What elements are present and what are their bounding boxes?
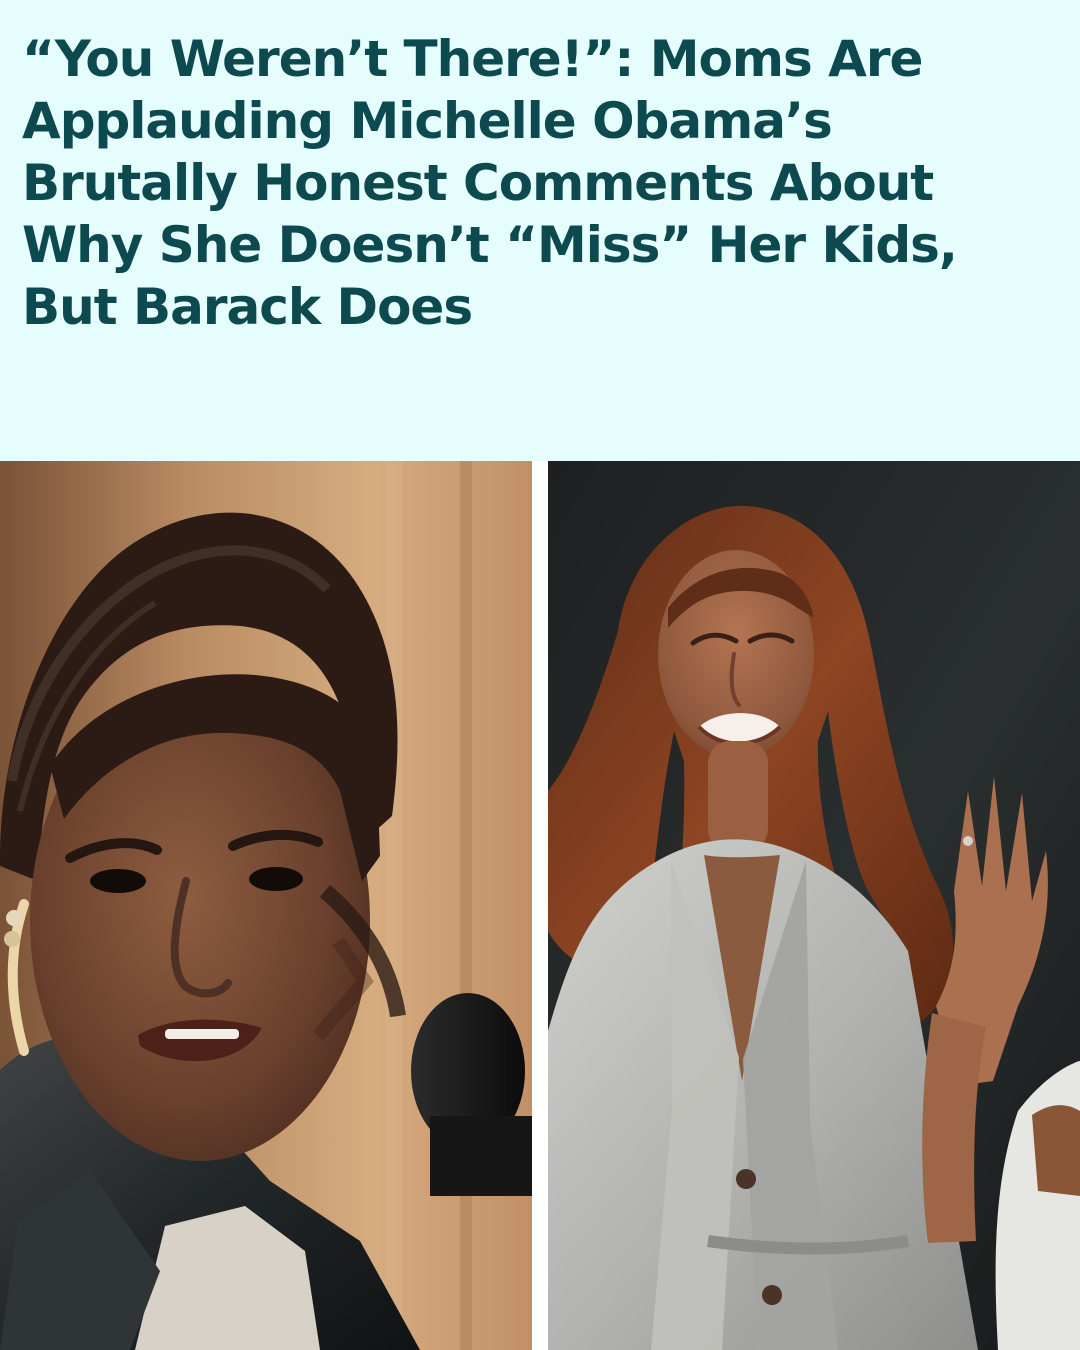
left-photo-illustration: [0, 461, 532, 1350]
article-headline[interactable]: “You Weren’t There!”: Moms Are Applaudin…: [22, 28, 1062, 338]
headline-container: “You Weren’t There!”: Moms Are Applaudin…: [22, 28, 1062, 338]
left-photo: [0, 461, 532, 1350]
right-photo-illustration: [548, 461, 1080, 1350]
right-photo: [548, 461, 1080, 1350]
photo-collage[interactable]: [0, 461, 1080, 1350]
article-card[interactable]: “You Weren’t There!”: Moms Are Applaudin…: [0, 0, 1080, 1350]
